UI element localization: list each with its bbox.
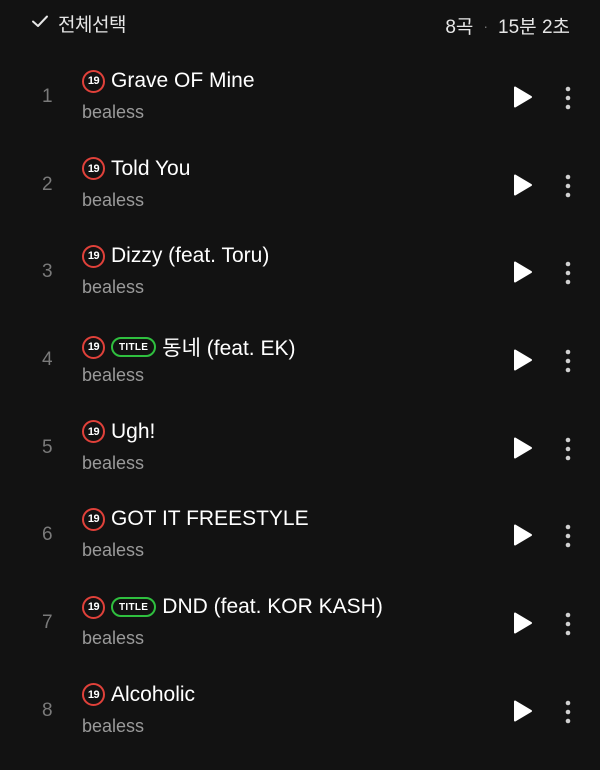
age-19-badge: 19: [82, 683, 105, 707]
more-vertical-icon[interactable]: [558, 699, 578, 725]
track-row-4[interactable]: 4 19 TITLE 동네 (feat. EK) bealess: [0, 315, 600, 403]
track-artist[interactable]: bealess: [82, 277, 144, 298]
track-artist[interactable]: bealess: [82, 365, 144, 386]
track-row-2[interactable]: 2 19 Told You bealess: [0, 140, 600, 228]
title-track-badge: TITLE: [111, 597, 157, 618]
track-title: Alcoholic: [111, 682, 196, 706]
track-title-line: 19 TITLE DND (feat. KOR KASH): [82, 595, 383, 619]
track-title-line: 19 Told You: [82, 157, 190, 181]
more-vertical-icon[interactable]: [558, 260, 578, 286]
play-icon[interactable]: [510, 173, 534, 197]
track-title: Dizzy (feat. Toru): [111, 244, 270, 268]
track-title-line: 19 Ugh!: [82, 420, 155, 444]
track-row-8[interactable]: 8 19 Alcoholic bealess: [0, 666, 600, 754]
track-title: Told You: [111, 156, 191, 180]
age-19-badge: 19: [82, 420, 105, 444]
track-title: Grave OF Mine: [111, 69, 255, 92]
track-list-header: 전체선택 8곡 · 15분 2초: [0, 0, 600, 48]
track-number: 8: [42, 699, 53, 721]
play-icon[interactable]: [510, 260, 534, 284]
age-19-badge: 19: [82, 595, 105, 619]
track-artist[interactable]: bealess: [82, 102, 144, 123]
play-icon[interactable]: [510, 85, 534, 109]
track-title: 동네 (feat. EK): [162, 337, 296, 361]
track-artist[interactable]: bealess: [82, 190, 144, 211]
track-artist[interactable]: bealess: [82, 540, 144, 561]
summary-separator: ·: [483, 17, 489, 34]
more-vertical-icon[interactable]: [558, 523, 578, 549]
age-19-badge: 19: [82, 244, 105, 268]
track-number: 3: [42, 261, 53, 283]
track-title-line: 19 Grave OF Mine: [82, 69, 255, 93]
play-icon[interactable]: [510, 348, 534, 372]
track-artist[interactable]: bealess: [82, 453, 144, 474]
track-row-5[interactable]: 5 19 Ugh! bealess: [0, 403, 600, 491]
more-vertical-icon[interactable]: [558, 173, 578, 199]
play-icon[interactable]: [510, 699, 534, 723]
track-artist[interactable]: bealess: [82, 716, 144, 737]
title-track-badge: TITLE: [111, 337, 157, 358]
track-number: 1: [42, 86, 53, 107]
track-title: Ugh!: [111, 419, 156, 443]
play-icon[interactable]: [510, 611, 534, 635]
age-19-badge: 19: [82, 507, 105, 531]
track-row-3[interactable]: 3 19 Dizzy (feat. Toru) bealess: [0, 227, 600, 315]
total-duration: 15분 2초: [498, 17, 570, 38]
track-list: 1 19 Grave OF Mine bealess 2 19 Told You…: [0, 52, 600, 754]
track-number: 4: [42, 349, 53, 371]
age-19-badge: 19: [82, 69, 105, 93]
track-artist[interactable]: bealess: [82, 628, 144, 649]
track-title-line: 19 GOT IT FREESTYLE: [82, 507, 309, 531]
track-number: 2: [42, 173, 53, 195]
track-summary: 8곡 · 15분 2초: [445, 12, 570, 39]
track-title: GOT IT FREESTYLE: [111, 507, 309, 531]
track-title: DND (feat. KOR KASH): [162, 595, 383, 619]
track-number: 6: [42, 524, 53, 546]
age-19-badge: 19: [82, 157, 105, 181]
track-title-line: 19 Alcoholic: [82, 683, 195, 707]
track-title-line: 19 Dizzy (feat. Toru): [82, 244, 269, 268]
track-title-line: 19 TITLE 동네 (feat. EK): [82, 332, 295, 362]
track-row-6[interactable]: 6 19 GOT IT FREESTYLE bealess: [0, 490, 600, 578]
more-vertical-icon[interactable]: [558, 611, 578, 637]
more-vertical-icon[interactable]: [558, 85, 578, 111]
select-all-label: 전체선택: [58, 15, 126, 36]
age-19-badge: 19: [82, 335, 105, 359]
check-icon: [30, 11, 50, 36]
track-number: 7: [42, 612, 53, 634]
play-icon[interactable]: [510, 523, 534, 547]
track-count: 8곡: [445, 17, 474, 38]
track-number: 5: [42, 436, 53, 458]
play-icon[interactable]: [510, 436, 534, 460]
select-all-button[interactable]: 전체선택: [30, 10, 126, 37]
more-vertical-icon[interactable]: [558, 348, 578, 374]
more-vertical-icon[interactable]: [558, 436, 578, 462]
track-row-1[interactable]: 1 19 Grave OF Mine bealess: [0, 52, 600, 140]
track-row-7[interactable]: 7 19 TITLE DND (feat. KOR KASH) bealess: [0, 578, 600, 666]
